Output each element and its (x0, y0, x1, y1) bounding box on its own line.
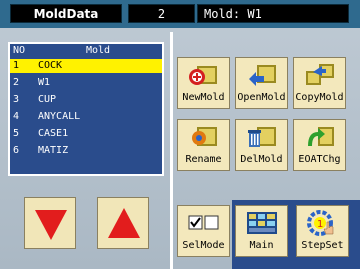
eoat-change-icon (308, 127, 334, 146)
item-name: ANYCALL (38, 111, 81, 122)
arrow-down-icon (35, 210, 67, 240)
item-name: CUP (38, 94, 57, 105)
item-name: CASE1 (38, 128, 69, 139)
open-mold-label: OpenMold (237, 92, 286, 103)
scroll-down-button[interactable] (24, 197, 76, 249)
rename-button[interactable]: Rename (177, 119, 230, 171)
open-mold-icon (249, 65, 276, 86)
mold-list: NO Mold 1 COCK 2 W1 3 CUP 4 ANYCALL 5 CA… (8, 42, 164, 176)
item-no: 6 (13, 145, 20, 156)
item-no: 4 (13, 111, 20, 122)
copy-mold-icon (306, 64, 334, 85)
select-mode-icon (188, 215, 219, 230)
main-screen-icon (247, 212, 277, 234)
panel-divider (170, 32, 173, 269)
mold-data-screen: MoldData 2 Mold: W1 NO Mold 1 COCK 2 W1 … (0, 0, 360, 269)
item-no: 3 (13, 94, 20, 105)
screen-title: MoldData (10, 4, 122, 23)
list-item[interactable]: 5 CASE1 (10, 127, 162, 141)
delete-mold-icon (248, 127, 276, 147)
copy-mold-button[interactable]: CopyMold (293, 57, 346, 109)
item-no: 5 (13, 128, 20, 139)
eoat-change-label: EOATChg (298, 154, 341, 165)
list-item[interactable]: 3 CUP (10, 93, 162, 107)
rename-icon (192, 127, 217, 146)
open-mold-button[interactable]: OpenMold (235, 57, 288, 109)
list-item[interactable]: 1 COCK (10, 59, 162, 73)
step-set-button[interactable]: 1 StepSet (296, 205, 349, 257)
main-label: Main (249, 240, 274, 251)
arrow-up-icon (108, 208, 140, 238)
new-mold-label: NewMold (182, 92, 225, 103)
mold-count: 2 (128, 4, 195, 23)
step-set-label: StepSet (301, 240, 344, 251)
step-set-icon: 1 (307, 210, 334, 236)
item-name: W1 (38, 77, 51, 88)
copy-mold-label: CopyMold (295, 92, 344, 103)
eoat-change-button[interactable]: EOATChg (293, 119, 346, 171)
current-mold: Mold: W1 (197, 4, 349, 23)
svg-text:1: 1 (317, 219, 323, 230)
scroll-up-button[interactable] (97, 197, 149, 249)
column-no: NO (13, 45, 26, 56)
column-mold: Mold (86, 45, 111, 56)
main-button[interactable]: Main (235, 205, 288, 257)
item-no: 1 (13, 60, 20, 71)
list-item[interactable]: 6 MATIZ (10, 144, 162, 158)
select-mode-label: SelMode (182, 240, 225, 251)
item-name: MATIZ (38, 145, 69, 156)
item-no: 2 (13, 77, 20, 88)
delete-mold-label: DelMold (240, 154, 283, 165)
new-mold-icon (189, 66, 217, 85)
list-header: NO Mold (10, 45, 162, 57)
list-item[interactable]: 2 W1 (10, 76, 162, 90)
list-item[interactable]: 4 ANYCALL (10, 110, 162, 124)
select-mode-button[interactable]: SelMode (177, 205, 230, 257)
new-mold-button[interactable]: NewMold (177, 57, 230, 109)
item-name: COCK (38, 60, 63, 71)
rename-label: Rename (185, 154, 222, 165)
delete-mold-button[interactable]: DelMold (235, 119, 288, 171)
title-bar: MoldData 2 Mold: W1 (0, 0, 360, 28)
